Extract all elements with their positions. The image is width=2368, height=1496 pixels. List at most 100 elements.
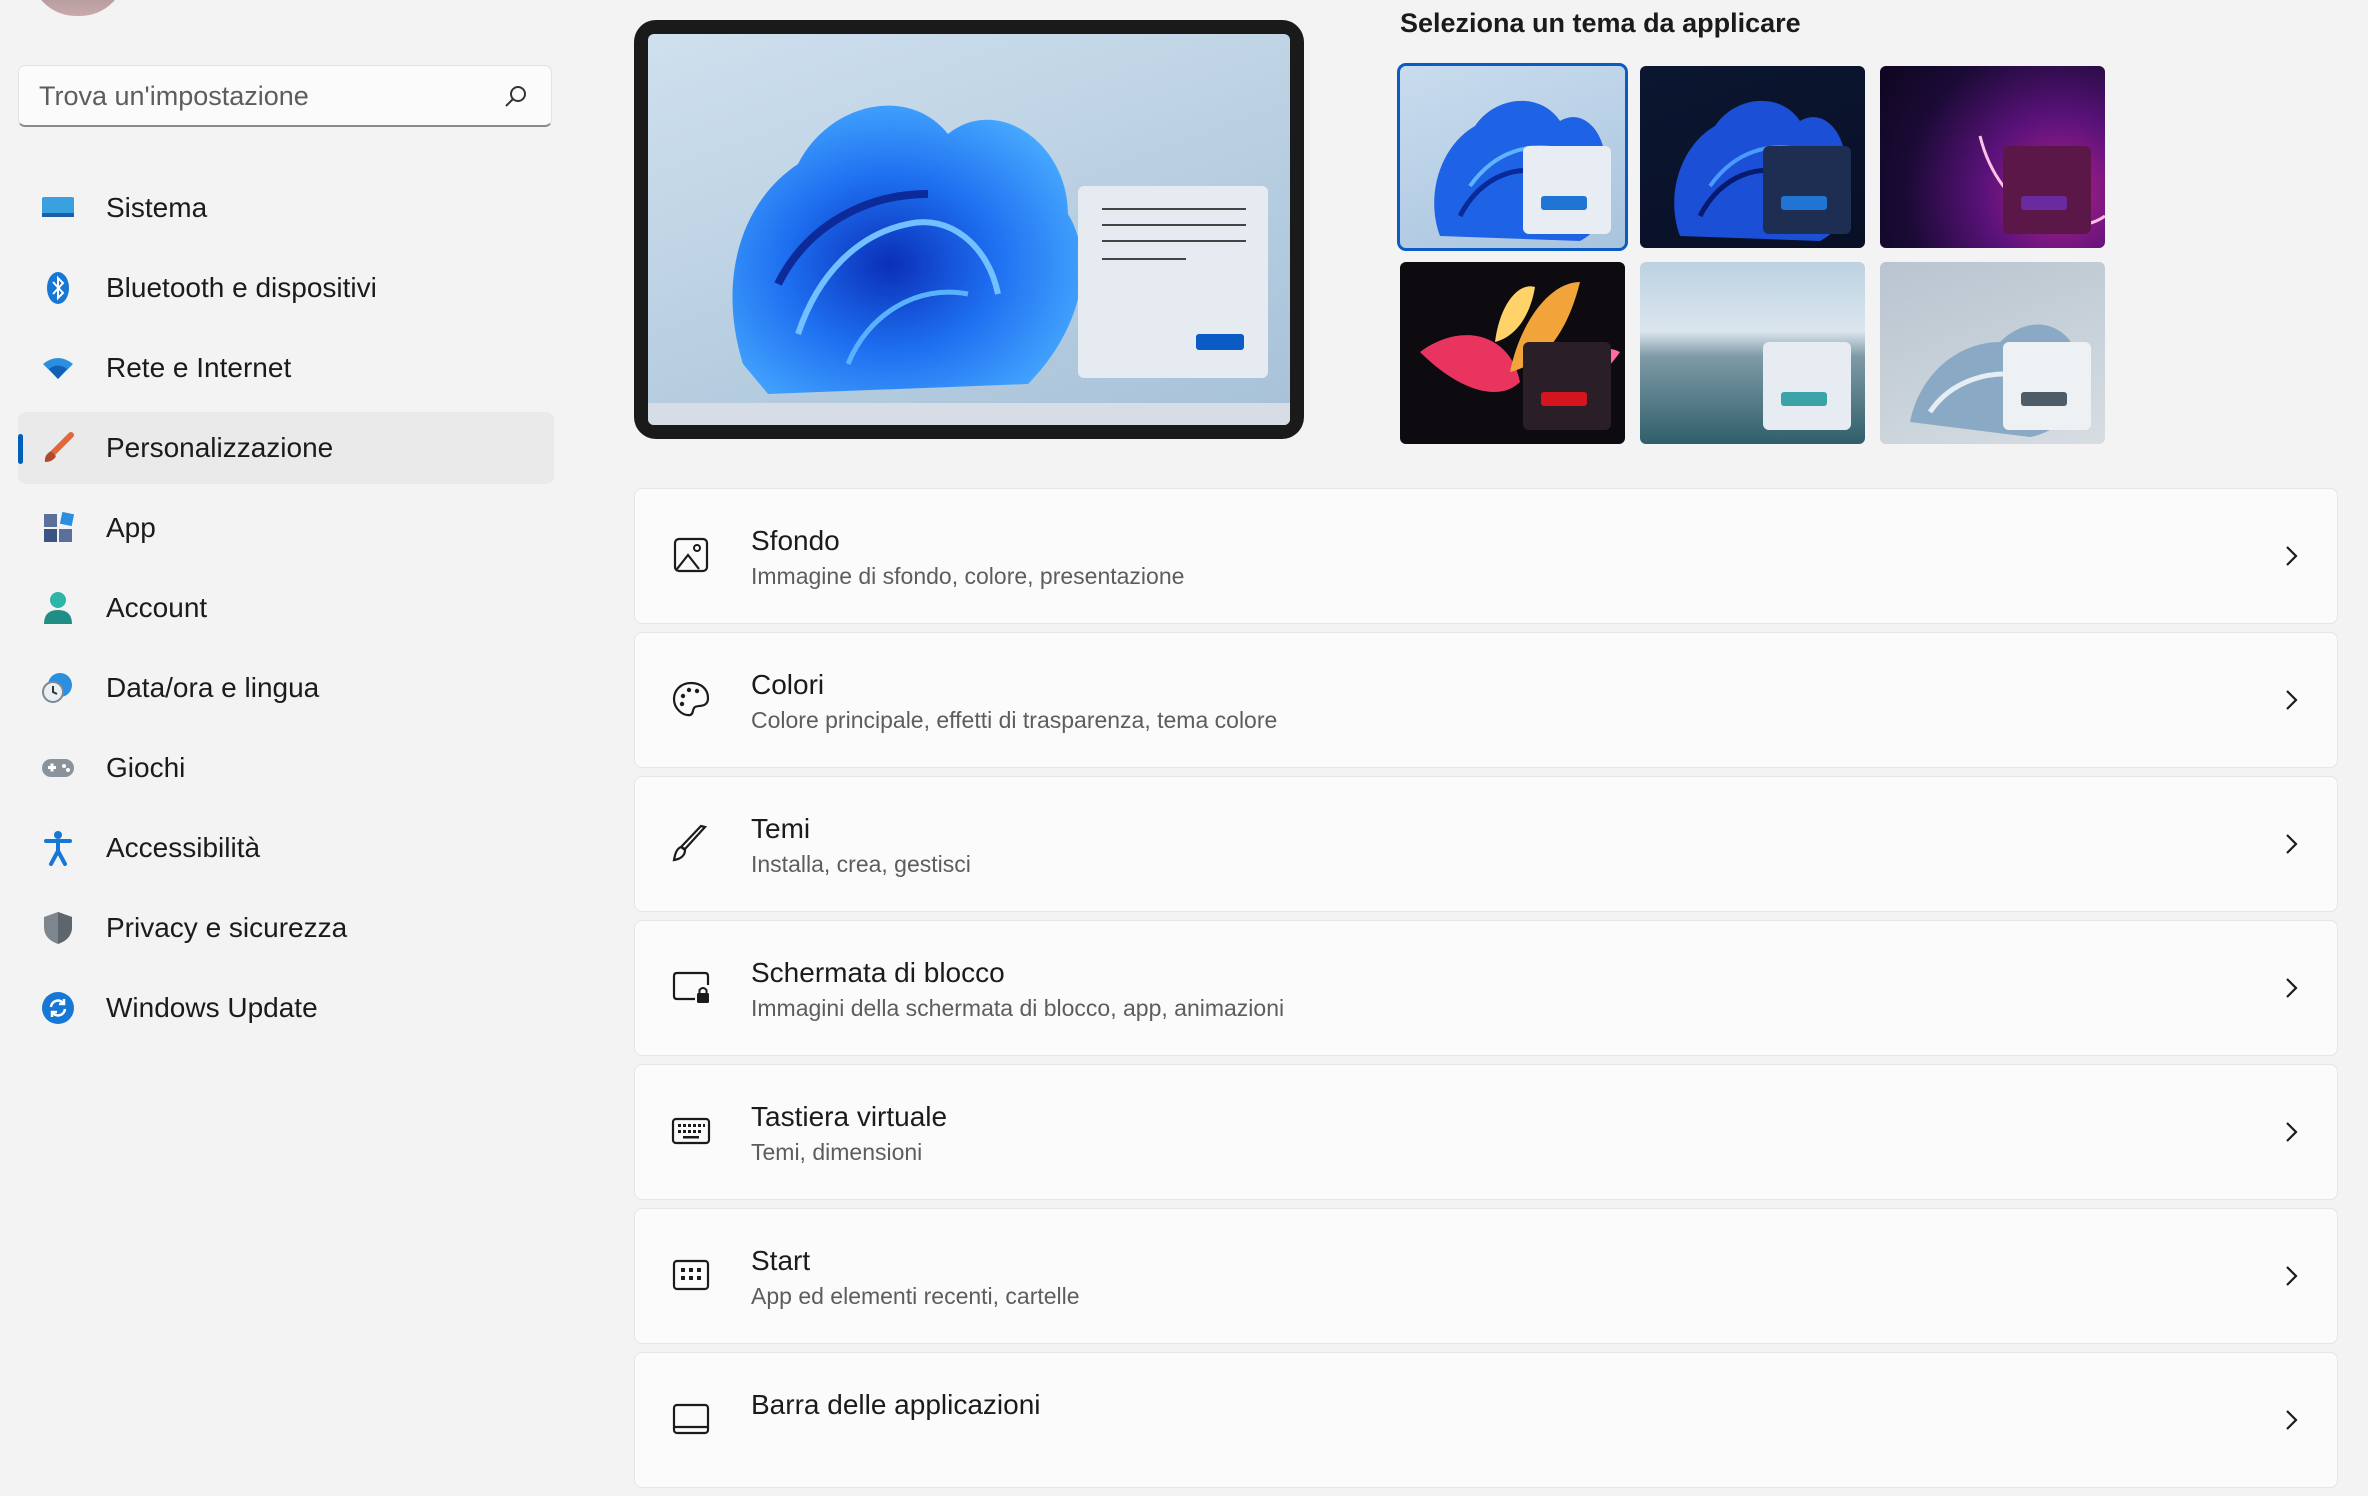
apps-icon [40, 510, 76, 546]
setting-title: Tastiera virtuale [751, 1101, 948, 1132]
sidebar-item-label: Personalizzazione [106, 432, 334, 463]
theme-windows-dark[interactable] [1640, 66, 1865, 248]
theme-accent [1541, 392, 1587, 406]
theme-glow[interactable] [1880, 66, 2105, 248]
sidebar-item-label: Windows Update [106, 992, 318, 1023]
lock-screen-icon [672, 971, 710, 1003]
account-icon [40, 590, 76, 626]
theme-card [1763, 146, 1851, 234]
sidebar-item-data-ora[interactable]: Data/ora e lingua [18, 652, 554, 724]
shield-icon [40, 910, 76, 946]
theme-accent [1781, 392, 1827, 406]
image-icon [673, 537, 709, 573]
theme-card [2003, 342, 2091, 430]
preview-line [1102, 240, 1246, 242]
theme-sunrise[interactable] [1640, 262, 1865, 444]
preview-window [1078, 186, 1268, 378]
setting-subtitle: Colore principale, effetti di trasparenz… [751, 707, 1278, 733]
search-input[interactable] [37, 66, 501, 126]
theme-card [1763, 342, 1851, 430]
setting-title: Start [751, 1245, 811, 1276]
setting-subtitle: Immagine di sfondo, colore, presentazion… [751, 563, 1185, 589]
sidebar-item-label: Rete e Internet [106, 352, 292, 383]
sidebar-item-label: Bluetooth e dispositivi [106, 272, 377, 303]
sidebar-item-label: Giochi [106, 752, 186, 783]
sidebar-item-label: App [106, 512, 156, 543]
chevron-right-icon [2286, 546, 2298, 566]
sidebar-item-privacy[interactable]: Privacy e sicurezza [18, 892, 554, 964]
theme-captured-motion[interactable] [1400, 262, 1625, 444]
setting-schermata-di-blocco[interactable]: Schermata di blocco Immagini della scher… [634, 920, 2338, 1056]
setting-title: Sfondo [751, 525, 840, 556]
setting-sfondo[interactable]: Sfondo Immagine di sfondo, colore, prese… [634, 488, 2338, 624]
accessibility-icon [40, 830, 76, 866]
setting-title: Colori [751, 669, 825, 700]
sidebar-item-app[interactable]: App [18, 492, 554, 564]
theme-accent [1541, 196, 1587, 210]
sidebar-item-account[interactable]: Account [18, 572, 554, 644]
theme-accent [1781, 196, 1827, 210]
taskbar-icon [672, 1403, 710, 1435]
theme-preview [634, 20, 1304, 439]
preview-line [1102, 224, 1246, 226]
palette-icon [672, 681, 710, 717]
update-icon [40, 990, 76, 1026]
sidebar-item-accessibilita[interactable]: Accessibilità [18, 812, 554, 884]
setting-subtitle: Temi, dimensioni [751, 1139, 923, 1165]
setting-title: Barra delle applicazioni [751, 1389, 1041, 1420]
preview-screen [648, 34, 1290, 425]
theme-windows-light[interactable] [1397, 63, 1628, 251]
theme-accent [2021, 196, 2067, 210]
chevron-right-icon [2286, 1410, 2298, 1430]
preview-button [1196, 334, 1244, 350]
sidebar-item-sistema[interactable]: Sistema [18, 172, 554, 244]
setting-tastiera-virtuale[interactable]: Tastiera virtuale Temi, dimensioni [634, 1064, 2338, 1200]
setting-title: Schermata di blocco [751, 957, 1005, 988]
keyboard-icon [671, 1117, 711, 1145]
sidebar-item-label: Data/ora e lingua [106, 672, 320, 703]
chevron-right-icon [2286, 690, 2298, 710]
start-icon [672, 1259, 710, 1291]
theme-section-title: Seleziona un tema da applicare [1400, 8, 1801, 38]
sidebar-item-label: Sistema [106, 192, 208, 223]
theme-accent [2021, 392, 2067, 406]
chevron-right-icon [2286, 1266, 2298, 1286]
search-box[interactable] [18, 65, 552, 127]
preview-line [1102, 258, 1186, 260]
chevron-right-icon [2286, 978, 2298, 998]
sidebar-item-giochi[interactable]: Giochi [18, 732, 554, 804]
brush-icon [40, 430, 76, 466]
sidebar-item-rete[interactable]: Rete e Internet [18, 332, 554, 404]
setting-temi[interactable]: Temi Installa, crea, gestisci [634, 776, 2338, 912]
pen-icon [672, 824, 708, 862]
preview-line [1102, 208, 1246, 210]
sidebar-nav: Sistema Bluetooth e dispositivi Rete e I… [18, 172, 554, 1052]
bluetooth-icon [40, 270, 76, 306]
system-icon [40, 190, 76, 226]
chevron-right-icon [2286, 834, 2298, 854]
setting-colori[interactable]: Colori Colore principale, effetti di tra… [634, 632, 2338, 768]
setting-barra-delle-applicazioni[interactable]: Barra delle applicazioni [634, 1352, 2338, 1488]
setting-title: Temi [751, 813, 811, 844]
chevron-right-icon [2286, 1122, 2298, 1142]
search-icon[interactable] [503, 83, 529, 109]
preview-taskbar [648, 403, 1290, 425]
wifi-icon [40, 350, 76, 386]
clock-globe-icon [40, 670, 76, 706]
theme-card [1523, 342, 1611, 430]
sidebar-item-personalizzazione[interactable]: Personalizzazione [18, 412, 554, 484]
sidebar-item-windows-update[interactable]: Windows Update [18, 972, 554, 1044]
gamepad-icon [40, 750, 76, 786]
sidebar-item-label: Account [106, 592, 208, 623]
theme-flow[interactable] [1880, 262, 2105, 444]
setting-start[interactable]: Start App ed elementi recenti, cartelle [634, 1208, 2338, 1344]
setting-subtitle: Immagini della schermata di blocco, app,… [751, 995, 1285, 1021]
theme-card [1523, 146, 1611, 234]
theme-card [2003, 146, 2091, 234]
sidebar-item-bluetooth[interactable]: Bluetooth e dispositivi [18, 252, 554, 324]
setting-subtitle: App ed elementi recenti, cartelle [751, 1283, 1080, 1309]
sidebar-item-label: Accessibilità [106, 832, 261, 863]
avatar[interactable] [30, 0, 126, 16]
settings-list: Sfondo Immagine di sfondo, colore, prese… [634, 488, 2338, 1496]
sidebar-item-label: Privacy e sicurezza [106, 912, 348, 943]
